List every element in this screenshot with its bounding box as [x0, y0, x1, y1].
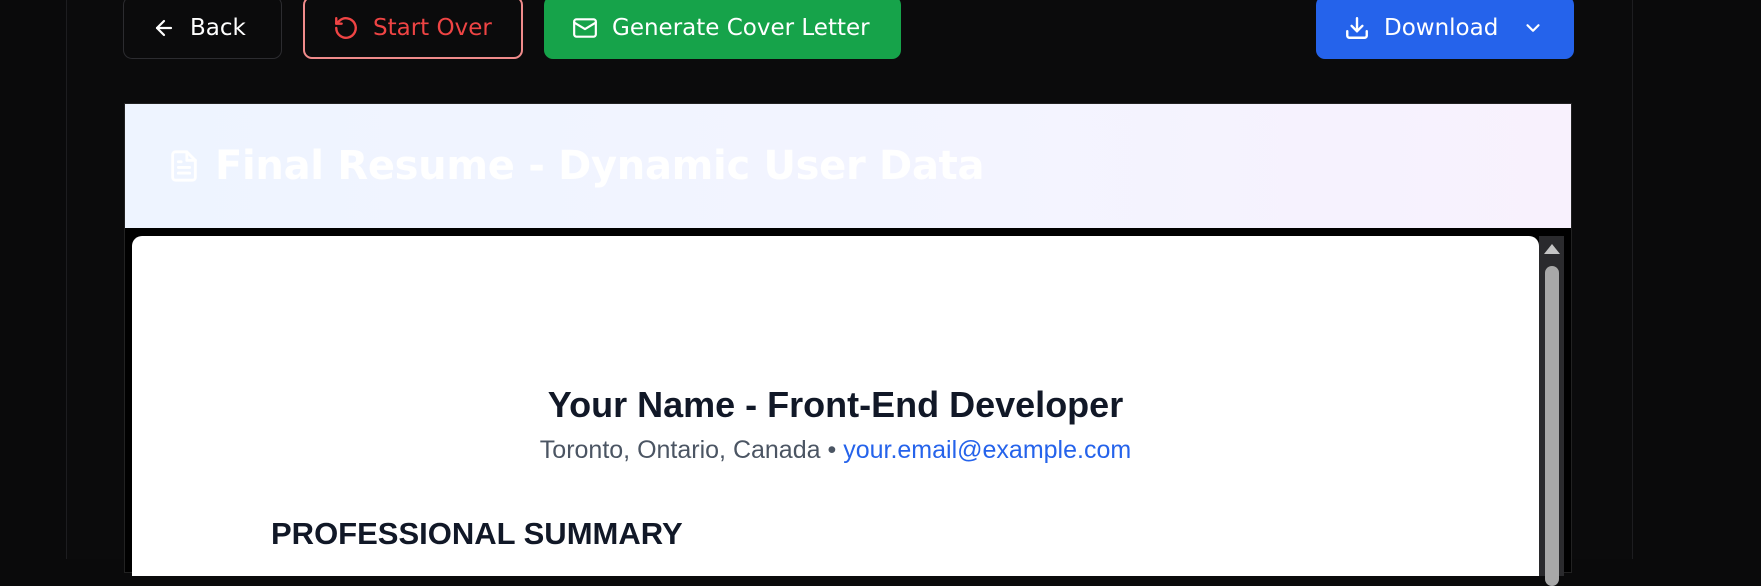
rotate-ccw-icon: [335, 16, 357, 39]
resume-email-link[interactable]: your.email@example.com: [843, 436, 1131, 464]
preview-scrollbar[interactable]: [1539, 236, 1564, 586]
start-over-button-label: Start Over: [373, 14, 492, 41]
download-icon: [1346, 16, 1368, 39]
download-button-label: Download: [1384, 14, 1499, 41]
chevron-down-icon[interactable]: [1522, 17, 1544, 39]
resume-card: Final Resume - Dynamic User Data Your Na…: [124, 103, 1572, 586]
back-button-label: Back: [190, 14, 246, 41]
file-text-icon: [171, 150, 197, 182]
arrow-left-icon: [155, 19, 173, 36]
generate-cover-letter-button-label: Generate Cover Letter: [612, 14, 870, 41]
back-button[interactable]: Back: [123, 0, 282, 59]
generate-cover-letter-button[interactable]: Generate Cover Letter: [544, 0, 901, 59]
start-over-button[interactable]: Start Over: [303, 0, 523, 59]
scroll-thumb[interactable]: [1545, 266, 1559, 586]
resume-contact-line: Toronto, Ontario, Canada • your.email@ex…: [132, 436, 1539, 465]
resume-preview: Your Name - Front-End Developer Toronto,…: [132, 236, 1539, 576]
contact-separator: •: [827, 436, 837, 464]
resume-name: Your Name - Front-End Developer: [547, 384, 1124, 425]
download-button[interactable]: Download: [1316, 0, 1574, 59]
resume-card-header: Final Resume - Dynamic User Data: [125, 104, 1571, 228]
mail-icon: [573, 17, 597, 38]
resume-location: Toronto, Ontario, Canada: [539, 436, 821, 464]
professional-summary-heading: PROFESSIONAL SUMMARY: [271, 516, 683, 551]
scroll-up-arrow[interactable]: [1544, 244, 1560, 254]
resume-card-title: Final Resume - Dynamic User Data: [215, 143, 985, 189]
